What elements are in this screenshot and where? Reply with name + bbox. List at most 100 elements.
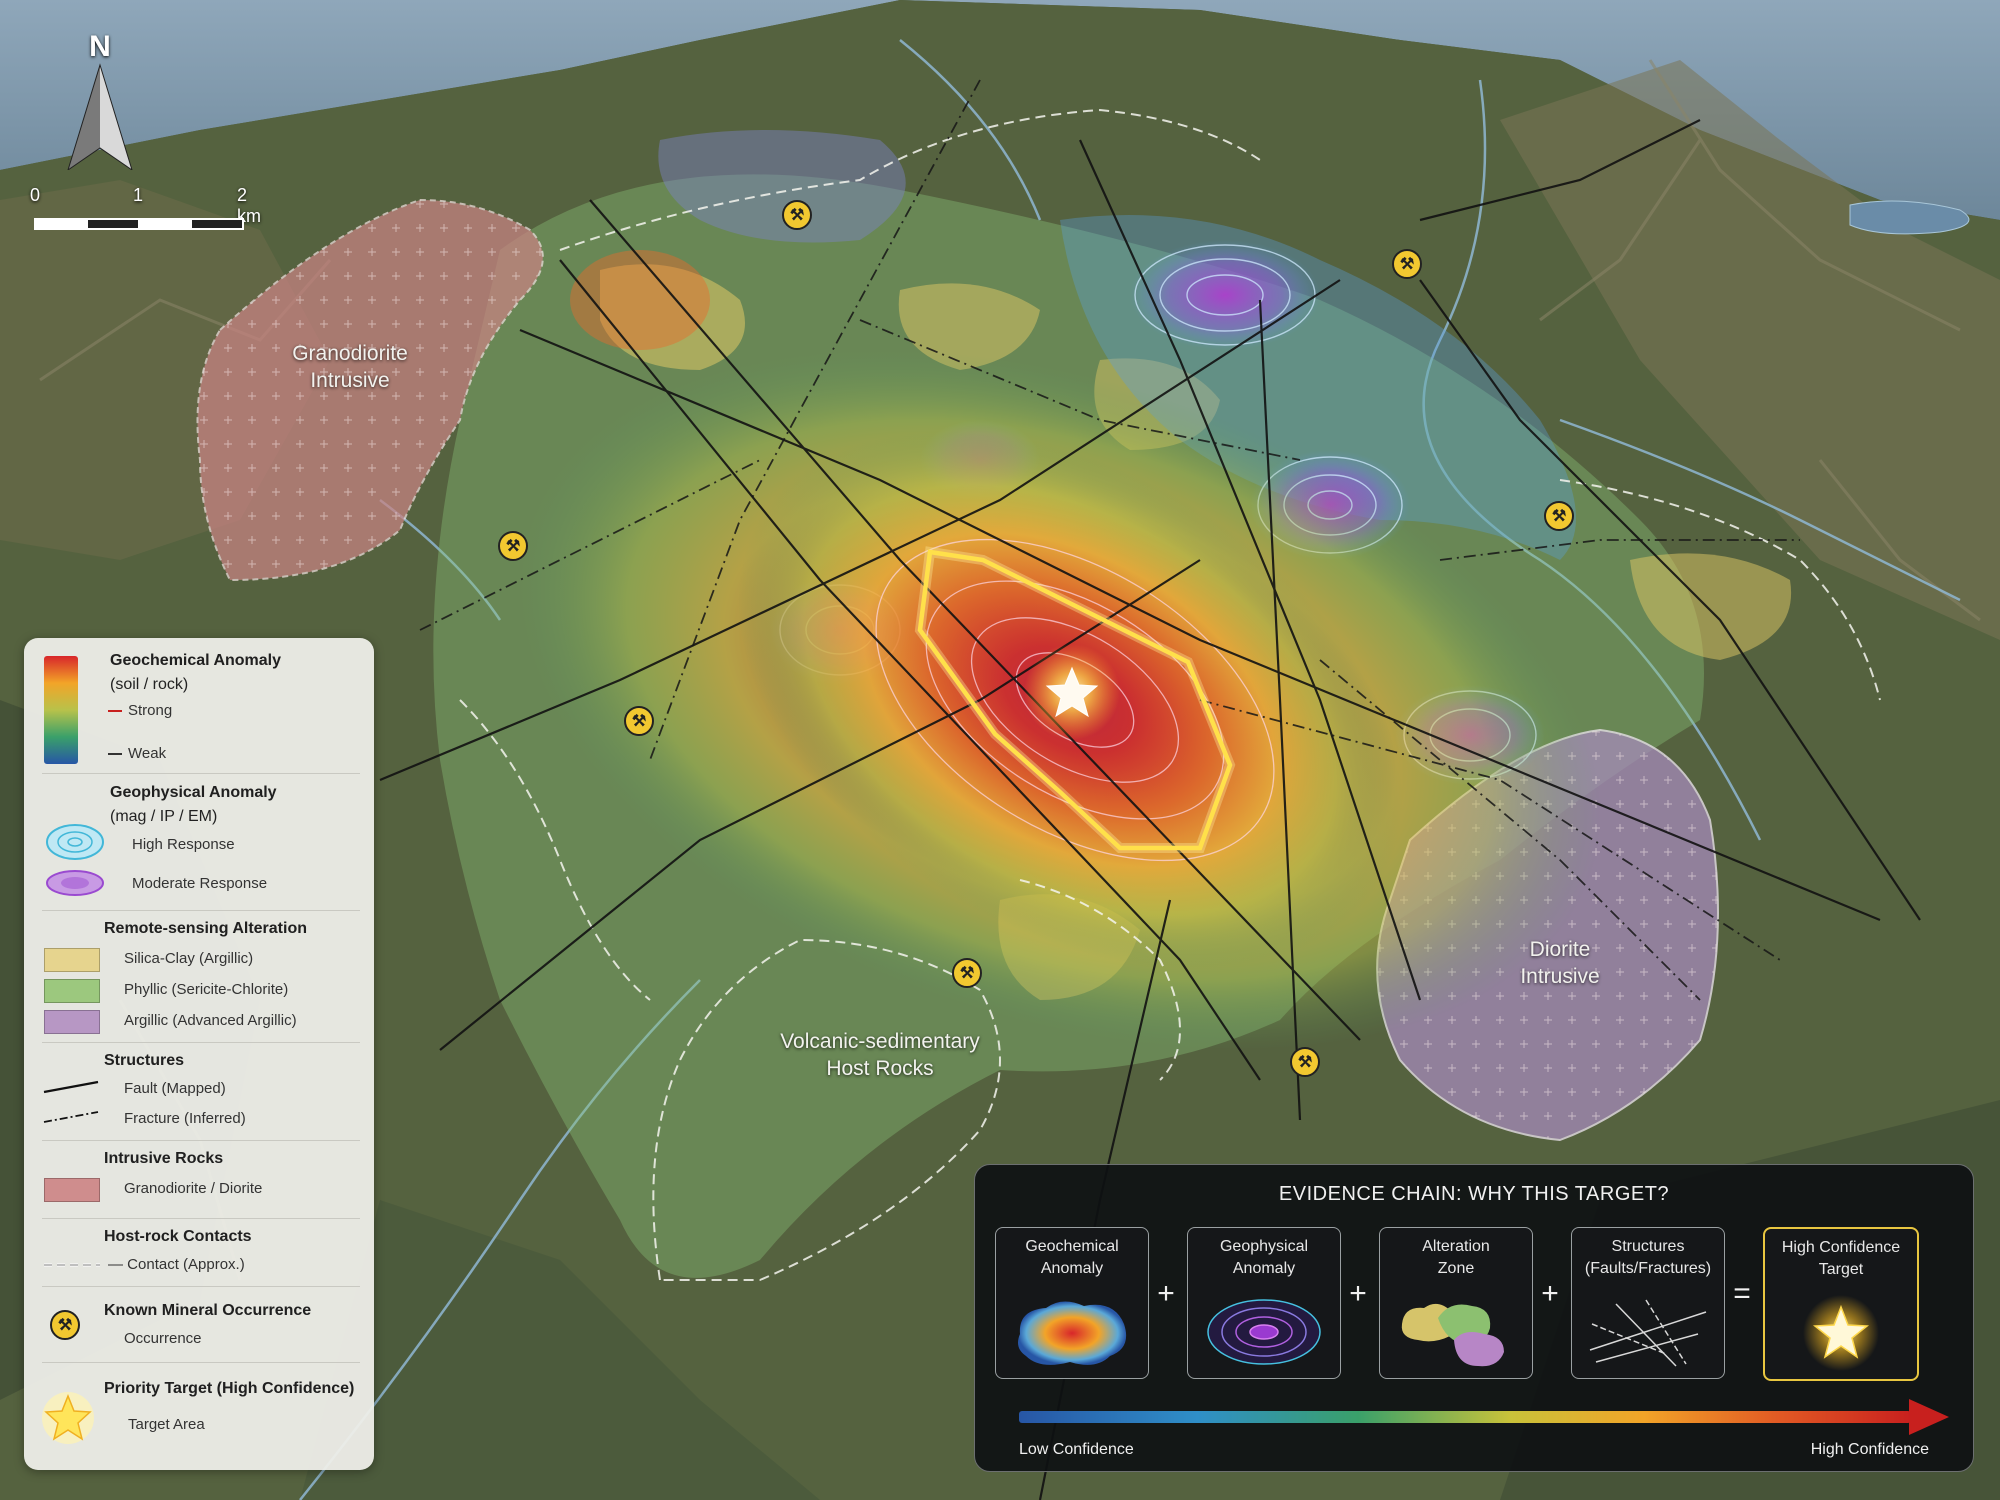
label-line: Host Rocks xyxy=(826,1057,934,1081)
legend-divider xyxy=(42,1362,360,1363)
occurrence-icon[interactable]: ⚒ xyxy=(1544,501,1574,531)
label-line: Intrusive xyxy=(1520,965,1600,989)
alteration-label-argillic: Silica-Clay (Argillic) xyxy=(124,950,254,967)
evidence-chain-panel: EVIDENCE CHAIN: WHY THIS TARGET? Geochem… xyxy=(974,1164,1974,1472)
weak-tick xyxy=(108,753,122,755)
geophys-moderate-label: Moderate Response xyxy=(132,875,268,892)
plus-operator: + xyxy=(1349,1277,1367,1310)
north-letter: N xyxy=(89,30,111,63)
contacts-title: Host-rock Contacts xyxy=(104,1228,252,1245)
occurrence-label: Occurrence xyxy=(124,1330,202,1347)
occurrence-icon[interactable]: ⚒ xyxy=(952,958,982,988)
intrusive-swatch xyxy=(44,1178,100,1202)
occurrence-icon[interactable]: ⚒ xyxy=(782,200,812,230)
occurrence-icon[interactable]: ⚒ xyxy=(1392,249,1422,279)
contacts-label-text: Contact (Approx.) xyxy=(127,1256,245,1273)
geophys-subtitle: (mag / IP / EM) xyxy=(110,808,218,825)
target-star-icon xyxy=(1803,1295,1879,1371)
scale-bar: 0 1 2 km xyxy=(30,185,261,235)
granodiorite-label: Granodiorite Intrusive xyxy=(260,340,440,395)
label-line: Diorite xyxy=(1529,938,1591,961)
alteration-swatch-advanced-argillic xyxy=(44,1010,100,1034)
legend-divider xyxy=(42,1140,360,1141)
structures-title: Structures xyxy=(104,1052,185,1069)
card-label-line: (Faults/Fractures) xyxy=(1584,1259,1712,1277)
alteration-label-advanced-argillic: Argillic (Advanced Argillic) xyxy=(124,1012,297,1029)
map-legend: Geochemical Anomaly (soil / rock) Strong… xyxy=(24,638,374,1470)
legend-divider xyxy=(42,1218,360,1219)
occurrence-icon[interactable]: ⚒ xyxy=(498,531,528,561)
alteration-patches-icon xyxy=(1401,1303,1504,1367)
label-line: Granodiorite xyxy=(292,342,408,365)
card-label: Alteration Zone xyxy=(1384,1236,1528,1279)
low-confidence-label: Low Confidence xyxy=(1019,1441,1134,1458)
card-label-line: High Confidence xyxy=(1781,1239,1901,1256)
card-label-line: Structures xyxy=(1611,1238,1685,1255)
diorite-label: Diorite Intrusive xyxy=(1470,936,1650,991)
north-arrow: N xyxy=(60,30,140,170)
card-label-line: Anomaly xyxy=(1040,1259,1104,1277)
card-structures[interactable]: Structures (Faults/Fractures) xyxy=(1571,1227,1725,1379)
scale-tick-0: 0 xyxy=(30,185,41,205)
confidence-gradient-bar xyxy=(1019,1411,1911,1423)
geochem-weak-label: Weak xyxy=(128,745,167,762)
contacts-label: — Contact (Approx.) xyxy=(108,1256,245,1273)
geochem-blob-icon xyxy=(1018,1301,1127,1365)
geochem-subtitle: (soil / rock) xyxy=(110,676,189,693)
card-label: Geochemical Anomaly xyxy=(1000,1236,1144,1279)
alteration-label-phyllic: Phyllic (Sericite-Chlorite) xyxy=(124,981,289,998)
legend-divider xyxy=(42,1286,360,1287)
card-alteration[interactable]: Alteration Zone xyxy=(1379,1227,1533,1379)
occurrence-title: Known Mineral Occurrence xyxy=(104,1302,312,1319)
contact-line-icon xyxy=(44,1263,100,1267)
geochem-title: Geochemical Anomaly xyxy=(110,652,282,669)
card-label: Structures (Faults/Fractures) xyxy=(1576,1236,1720,1279)
fault-line-icon xyxy=(43,1080,99,1094)
card-label-line: Geophysical xyxy=(1219,1238,1309,1255)
alteration-swatch-phyllic xyxy=(44,979,100,1003)
card-label: High Confidence Target xyxy=(1769,1237,1913,1280)
label-line: Intrusive xyxy=(310,369,390,393)
card-label-line: Zone xyxy=(1437,1259,1475,1277)
geophys-high-label: High Response xyxy=(132,836,235,853)
fracture-line-icon xyxy=(43,1111,99,1123)
card-label-line: Target xyxy=(1818,1260,1864,1278)
card-label-line: Geochemical xyxy=(1025,1238,1119,1255)
occurrence-icon[interactable]: ⚒ xyxy=(1290,1047,1320,1077)
geophys-contour-icon xyxy=(1207,1299,1321,1365)
label-line: Volcanic-sedimentary xyxy=(780,1030,980,1053)
card-target[interactable]: High Confidence Target xyxy=(1763,1227,1919,1381)
card-geophysical[interactable]: Geophysical Anomaly xyxy=(1187,1227,1341,1379)
card-label-line: Anomaly xyxy=(1232,1259,1296,1277)
card-label: Geophysical Anomaly xyxy=(1192,1236,1336,1279)
card-label-line: Alteration xyxy=(1422,1238,1490,1255)
occurrence-icon[interactable]: ⚒ xyxy=(624,706,654,736)
plus-operator: + xyxy=(1157,1277,1175,1310)
legend-divider xyxy=(42,773,360,774)
fault-label: Fault (Mapped) xyxy=(124,1080,226,1097)
evidence-title: EVIDENCE CHAIN: WHY THIS TARGET? xyxy=(1278,1183,1670,1205)
alteration-swatch-argillic xyxy=(44,948,100,972)
alteration-title: Remote-sensing Alteration xyxy=(104,920,307,937)
legend-divider xyxy=(42,1042,360,1043)
scale-segment xyxy=(138,218,192,230)
legend-divider xyxy=(42,910,360,911)
moderate-response-icon xyxy=(46,870,104,896)
occurrence-legend-icon: ⚒ xyxy=(50,1310,80,1340)
geophys-title: Geophysical Anomaly xyxy=(110,784,277,801)
card-geochemical[interactable]: Geochemical Anomaly xyxy=(995,1227,1149,1379)
plus-operator: + xyxy=(1541,1277,1559,1310)
target-label: Target Area xyxy=(128,1416,205,1433)
intrusive-title: Intrusive Rocks xyxy=(104,1150,224,1167)
scale-tick-1: 1 xyxy=(133,185,144,205)
scale-segment xyxy=(34,218,88,230)
scale-segment xyxy=(190,218,244,230)
north-arrow-icon xyxy=(67,63,133,170)
structures-lines-icon xyxy=(1589,1299,1707,1367)
geochem-color-ramp xyxy=(44,656,78,764)
target-star-icon xyxy=(42,1392,94,1444)
equals-operator: = xyxy=(1733,1277,1751,1310)
map-stage: ⚒ ⚒ ⚒ ⚒ ⚒ ⚒ ⚒ Granodiorite Intrusive Dio… xyxy=(0,0,2000,1500)
high-response-icon xyxy=(46,824,104,860)
geochem-strong-label: Strong xyxy=(128,702,173,719)
